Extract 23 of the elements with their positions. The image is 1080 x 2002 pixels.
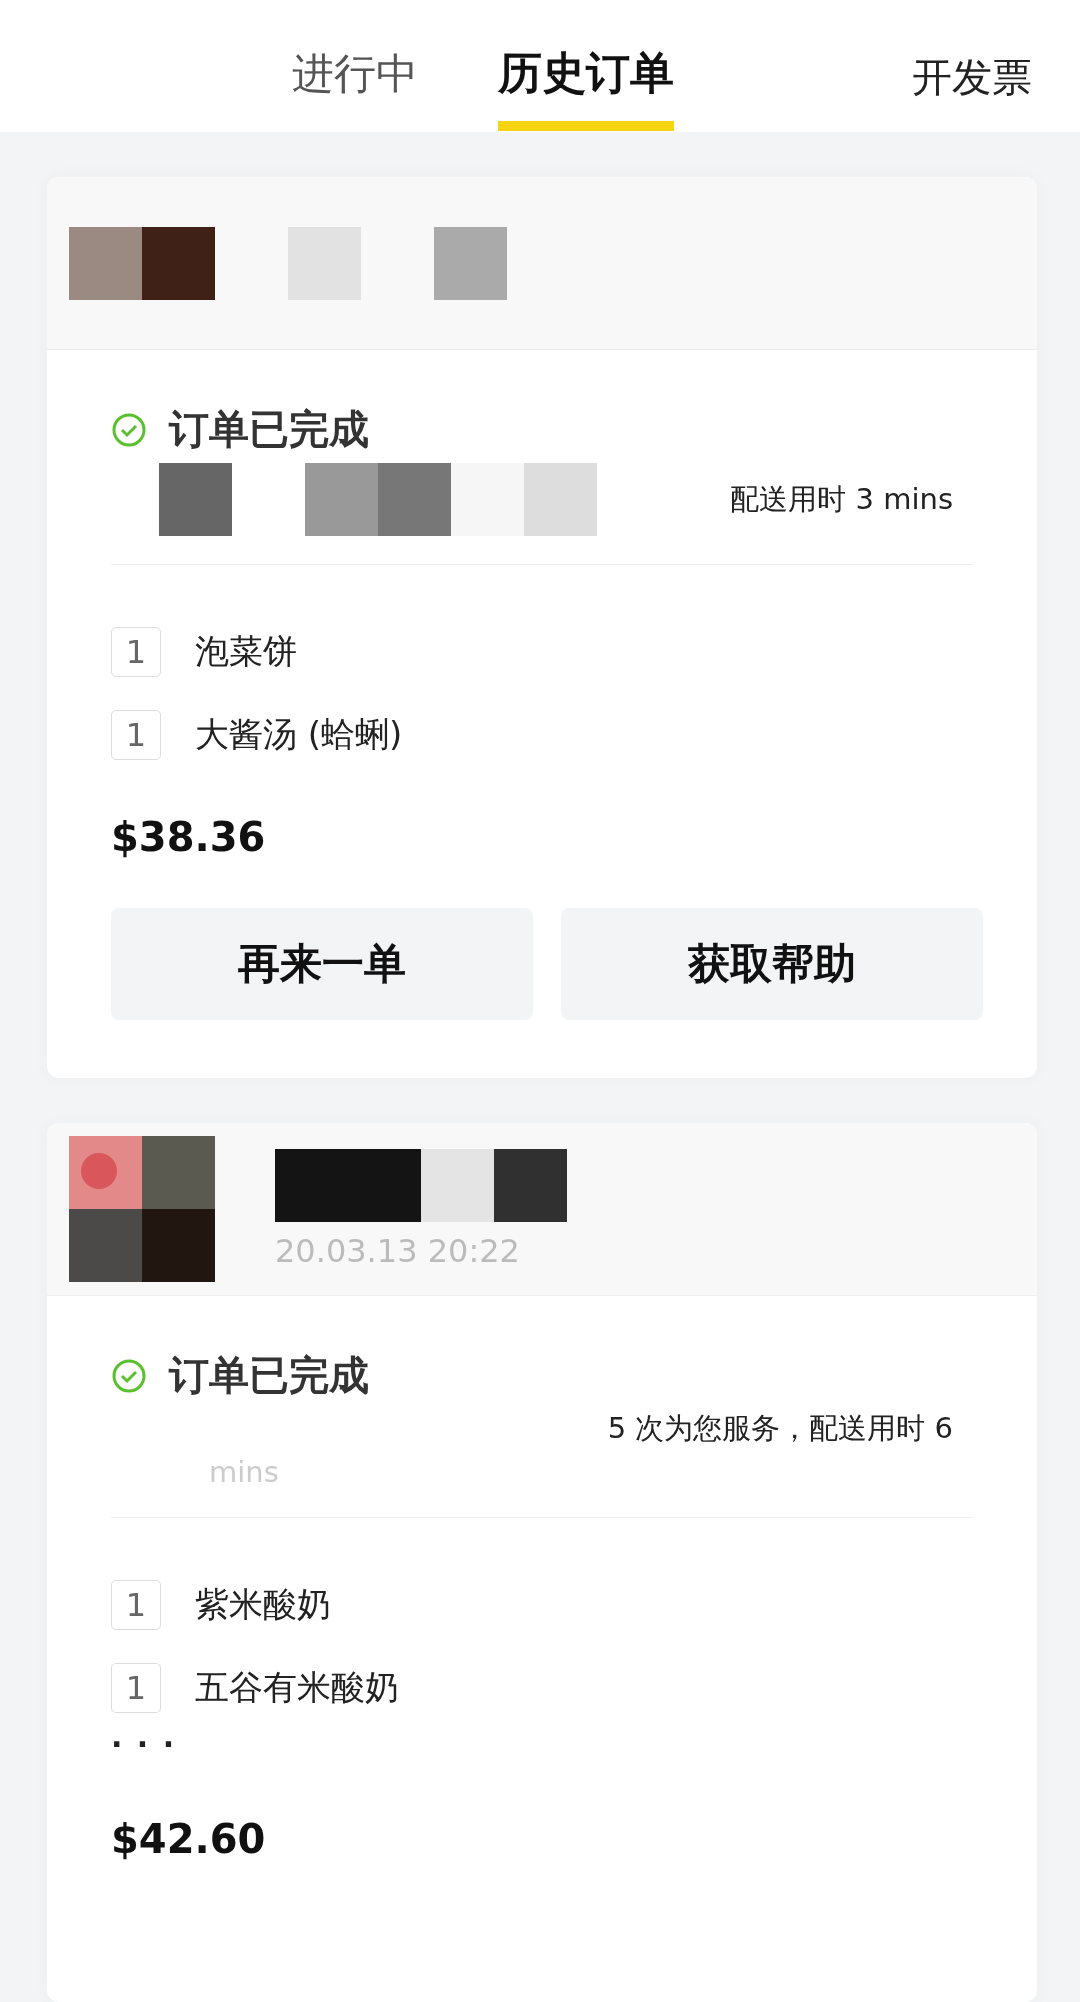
item-name: 大酱汤 (蛤蜊) [195, 713, 403, 756]
delivery-info: 配送用时 3 mins [730, 480, 953, 518]
tab[interactable]: 历史订单 [498, 44, 674, 131]
action-button[interactable]: 获取帮助 [561, 908, 983, 1020]
tab[interactable]: 进行中 [292, 44, 418, 131]
quantity-badge: 1 [111, 1663, 161, 1713]
quantity-badge: 1 [111, 1580, 161, 1630]
order-price: $42.60 [110, 1816, 267, 1864]
more-items-ellipsis: · · · [110, 1727, 178, 1762]
order-price: $38.36 [110, 814, 267, 860]
invoice-link[interactable]: 开发票 [912, 50, 1032, 105]
quantity-badge: 1 [111, 710, 161, 760]
order-date: 20.03.13 20:22 [275, 1231, 521, 1270]
item-name: 紫米酸奶 [195, 1583, 331, 1626]
item-name: 五谷有米酸奶 [195, 1666, 399, 1709]
item-name: 泡菜饼 [195, 630, 297, 673]
order-status: 订单已完成 [169, 405, 369, 454]
action-button[interactable]: 再来一单 [111, 908, 533, 1020]
check-circle-icon [111, 411, 147, 448]
check-circle-icon [111, 1357, 147, 1394]
order-status: 订单已完成 [169, 1351, 369, 1400]
quantity-badge: 1 [111, 627, 161, 677]
delivery-info: 5 次为您服务，配送用时 6 [607, 1410, 953, 1447]
